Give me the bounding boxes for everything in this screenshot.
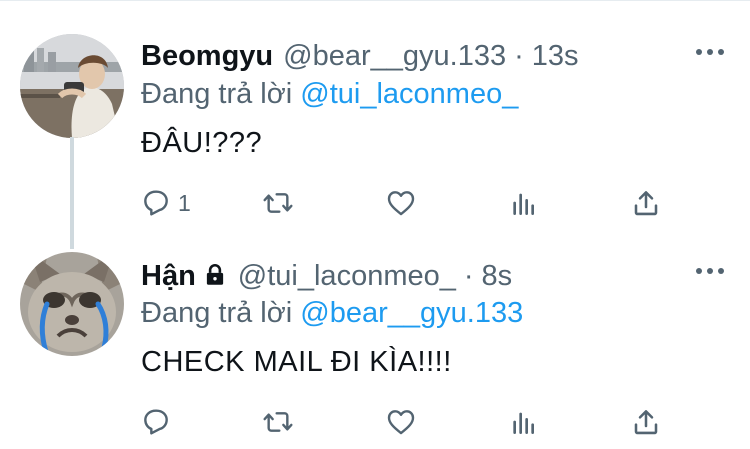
tweet[interactable]: Hận @tui_laconmeo_ · 8s Đang trả lời @be… [0, 240, 750, 449]
analytics-icon [513, 193, 534, 215]
analytics-button[interactable] [508, 402, 540, 442]
share-button[interactable] [630, 402, 662, 442]
more-icon[interactable] [696, 47, 724, 57]
retweet-icon [263, 193, 293, 213]
retweet-icon [263, 412, 293, 432]
tweet-header: Hận @tui_laconmeo_ · 8s [141, 259, 512, 293]
share-icon [634, 191, 658, 216]
analytics-button[interactable] [508, 183, 540, 223]
replying-to: Đang trả lời @bear__gyu.133 [141, 297, 523, 330]
avatar[interactable] [20, 34, 124, 138]
retweet-button[interactable] [262, 183, 294, 223]
display-name[interactable]: Hận [141, 260, 196, 293]
reply-count: 1 [178, 189, 191, 216]
display-name[interactable]: Beomgyu [141, 40, 273, 73]
timestamp[interactable]: 8s [482, 260, 513, 293]
share-icon [634, 410, 658, 435]
reply-icon [144, 190, 168, 216]
tweet-header: Beomgyu @bear__gyu.133 · 13s [141, 40, 579, 73]
heart-icon [387, 410, 415, 435]
replying-to-label: Đang trả lời [141, 297, 293, 329]
reply-icon [144, 409, 168, 435]
reply-button[interactable]: 1 [140, 183, 191, 223]
heart-icon [387, 191, 415, 216]
tweet-actions [140, 402, 680, 442]
timestamp[interactable]: 13s [532, 40, 579, 73]
more-icon[interactable] [696, 266, 724, 276]
tweet-text: CHECK MAIL ĐI KÌA!!!! [141, 346, 452, 378]
replying-to: Đang trả lời @tui_laconmeo_ [141, 78, 518, 111]
lock-icon [202, 262, 228, 296]
like-button[interactable] [385, 183, 417, 223]
user-handle[interactable]: @tui_laconmeo_ [238, 260, 456, 293]
replying-to-mention[interactable]: @tui_laconmeo_ [300, 78, 518, 110]
reply-button[interactable] [140, 402, 178, 442]
tweet[interactable]: Beomgyu @bear__gyu.133 · 13s Đang trả lờ… [0, 0, 750, 249]
user-handle[interactable]: @bear__gyu.133 [283, 40, 506, 73]
separator: · [463, 260, 474, 292]
replying-to-label: Đang trả lời [141, 78, 293, 110]
analytics-icon [513, 412, 534, 434]
tweet-actions: 1 [140, 183, 680, 223]
replying-to-mention[interactable]: @bear__gyu.133 [300, 297, 523, 329]
separator: · [514, 40, 524, 72]
retweet-button[interactable] [262, 402, 294, 442]
share-button[interactable] [630, 183, 662, 223]
like-button[interactable] [385, 402, 417, 442]
tweet-text: ĐÂU!??? [141, 127, 263, 159]
thread-line [70, 137, 74, 249]
avatar[interactable] [20, 252, 124, 356]
